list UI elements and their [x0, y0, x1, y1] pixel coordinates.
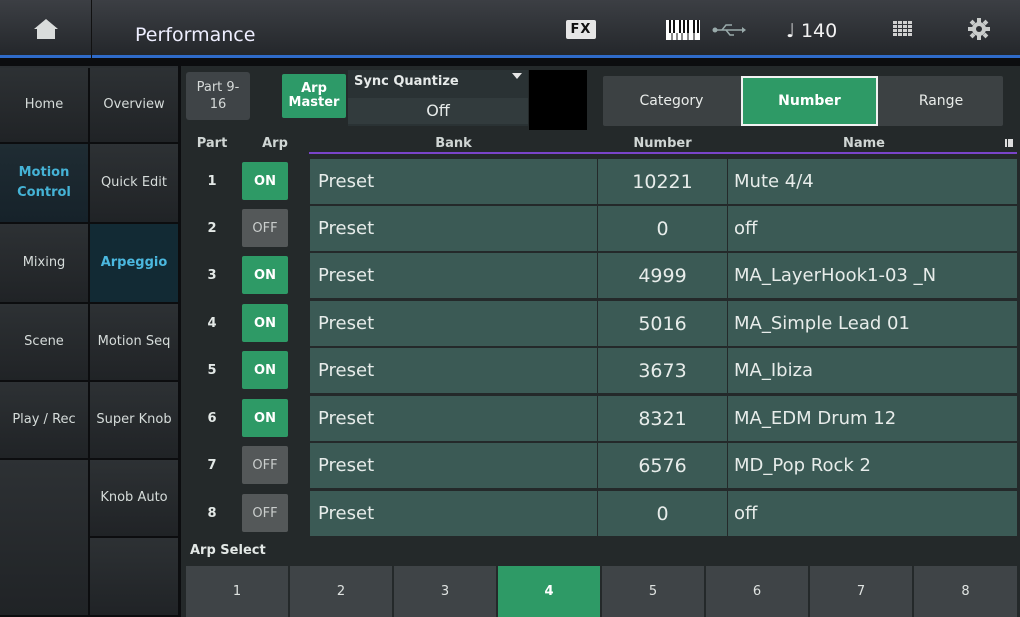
table-row: 8 OFF Preset 0 off [186, 490, 1017, 536]
nav-overview[interactable]: Overview [90, 68, 178, 144]
table-row: 3 ON Preset 4999 MA_LayerHook1-03 _N [186, 252, 1017, 298]
bank-cell[interactable]: Preset [310, 206, 597, 251]
arp-master-button[interactable]: Arp Master [282, 74, 346, 118]
grid-icon[interactable] [893, 21, 913, 41]
part-number: 2 [207, 221, 217, 236]
header-part: Part [196, 135, 228, 151]
arp-select-7[interactable]: 7 [810, 566, 912, 617]
number-cell[interactable]: 0 [598, 206, 727, 251]
header-bank: Bank [435, 135, 472, 151]
arp-select-label: Arp Select [190, 543, 266, 558]
part-number: 3 [207, 268, 217, 283]
bank-cell[interactable]: Preset [310, 491, 597, 536]
arp-select-5[interactable]: 5 [602, 566, 704, 617]
nav-quick-edit[interactable]: Quick Edit [90, 144, 178, 224]
nav-mixing[interactable]: Mixing [0, 224, 88, 304]
number-cell[interactable]: 6576 [598, 443, 727, 488]
table-row: 7 OFF Preset 6576 MD_Pop Rock 2 [186, 442, 1017, 488]
name-cell[interactable]: MA_EDM Drum 12 [728, 396, 1017, 441]
blank-area [529, 70, 587, 130]
page-title: Performance [135, 24, 256, 46]
arp-toggle[interactable]: ON [242, 304, 288, 342]
nav-motion-seq[interactable]: Motion Seq [90, 304, 178, 382]
nav-empty [0, 460, 88, 617]
table-row: 2 OFF Preset 0 off [186, 205, 1017, 251]
nav-super-knob[interactable]: Super Knob [90, 382, 178, 460]
number-cell[interactable]: 8321 [598, 396, 727, 441]
bank-cell[interactable]: Preset [310, 301, 597, 346]
name-cell[interactable]: Mute 4/4 [728, 159, 1017, 204]
arp-toggle[interactable]: ON [242, 256, 288, 294]
nav-home[interactable]: Home [0, 68, 88, 144]
number-cell[interactable]: 4999 [598, 253, 727, 298]
note-icon: ♩ [786, 20, 795, 42]
tab-category[interactable]: Category [603, 76, 740, 126]
name-cell[interactable]: MD_Pop Rock 2 [728, 443, 1017, 488]
bank-cell[interactable]: Preset [310, 348, 597, 393]
table-row: 4 ON Preset 5016 MA_Simple Lead 01 [186, 300, 1017, 346]
arp-select-6[interactable]: 6 [706, 566, 808, 617]
table-row: 5 ON Preset 3673 MA_Ibiza [186, 347, 1017, 393]
keyboard-icon [666, 20, 700, 44]
sync-quantize-select[interactable]: Sync Quantize Off [348, 70, 528, 126]
arp-toggle[interactable]: OFF [242, 446, 288, 484]
name-cell[interactable]: off [728, 206, 1017, 251]
arp-toggle[interactable]: ON [242, 351, 288, 389]
number-cell[interactable]: 10221 [598, 159, 727, 204]
table-row: 6 ON Preset 8321 MA_EDM Drum 12 [186, 395, 1017, 441]
arp-toggle[interactable]: OFF [242, 209, 288, 247]
fx-indicator[interactable]: FX [566, 20, 596, 39]
nav-scene[interactable]: Scene [0, 304, 88, 382]
part-number: 5 [207, 363, 217, 378]
number-cell[interactable]: 5016 [598, 301, 727, 346]
header-arp: Arp [262, 135, 288, 151]
header-name: Name [842, 135, 885, 151]
view-tabs: Category Number Range [603, 76, 1003, 126]
name-cell[interactable]: MA_Simple Lead 01 [728, 301, 1017, 346]
gear-icon[interactable] [968, 18, 990, 44]
name-cell[interactable]: MA_LayerHook1-03 _N [728, 253, 1017, 298]
arp-select-bar: 1 2 3 4 5 6 7 8 [186, 566, 1017, 617]
nav-arpeggio[interactable]: Arpeggio [90, 224, 178, 304]
sync-quantize-label: Sync Quantize [354, 74, 459, 89]
arp-select-1[interactable]: 1 [186, 566, 288, 617]
header-underline [309, 152, 1017, 154]
table-row: 1 ON Preset 10221 Mute 4/4 [186, 158, 1017, 204]
arp-select-2[interactable]: 2 [290, 566, 392, 617]
arp-toggle[interactable]: ON [242, 399, 288, 437]
part-number: 1 [207, 174, 217, 189]
tab-number[interactable]: Number [741, 76, 878, 126]
tempo-value[interactable]: 140 [801, 20, 837, 42]
sync-quantize-value[interactable]: Off [348, 98, 528, 124]
part-number: 7 [207, 458, 217, 473]
arp-select-4[interactable]: 4 [498, 566, 600, 617]
tab-range[interactable]: Range [879, 76, 1003, 126]
name-cell[interactable]: off [728, 491, 1017, 536]
name-cell[interactable]: MA_Ibiza [728, 348, 1017, 393]
part-number: 8 [207, 506, 217, 521]
nav-motion-control[interactable]: Motion Control [0, 144, 88, 224]
part-number: 6 [207, 411, 217, 426]
home-button[interactable] [0, 0, 92, 58]
number-cell[interactable]: 0 [598, 491, 727, 536]
part-number: 4 [207, 316, 217, 331]
header-number: Number [633, 135, 692, 151]
arp-toggle[interactable]: ON [242, 162, 288, 200]
arp-toggle[interactable]: OFF [242, 494, 288, 532]
arp-select-8[interactable]: 8 [914, 566, 1017, 617]
arp-select-3[interactable]: 3 [394, 566, 496, 617]
bank-cell[interactable]: Preset [310, 443, 597, 488]
nav-play-rec[interactable]: Play / Rec [0, 382, 88, 460]
view-toggle-icon [1005, 139, 1013, 147]
bank-cell[interactable]: Preset [310, 253, 597, 298]
dropdown-arrow-icon [512, 73, 522, 79]
usb-icon [712, 22, 746, 41]
number-cell[interactable]: 3673 [598, 348, 727, 393]
nav-knob-auto[interactable]: Knob Auto [90, 460, 178, 538]
part-range-button[interactable]: Part 9-16 [186, 72, 250, 120]
home-icon [33, 19, 58, 39]
bank-cell[interactable]: Preset [310, 396, 597, 441]
bank-cell[interactable]: Preset [310, 159, 597, 204]
nav-empty-2 [90, 538, 178, 617]
